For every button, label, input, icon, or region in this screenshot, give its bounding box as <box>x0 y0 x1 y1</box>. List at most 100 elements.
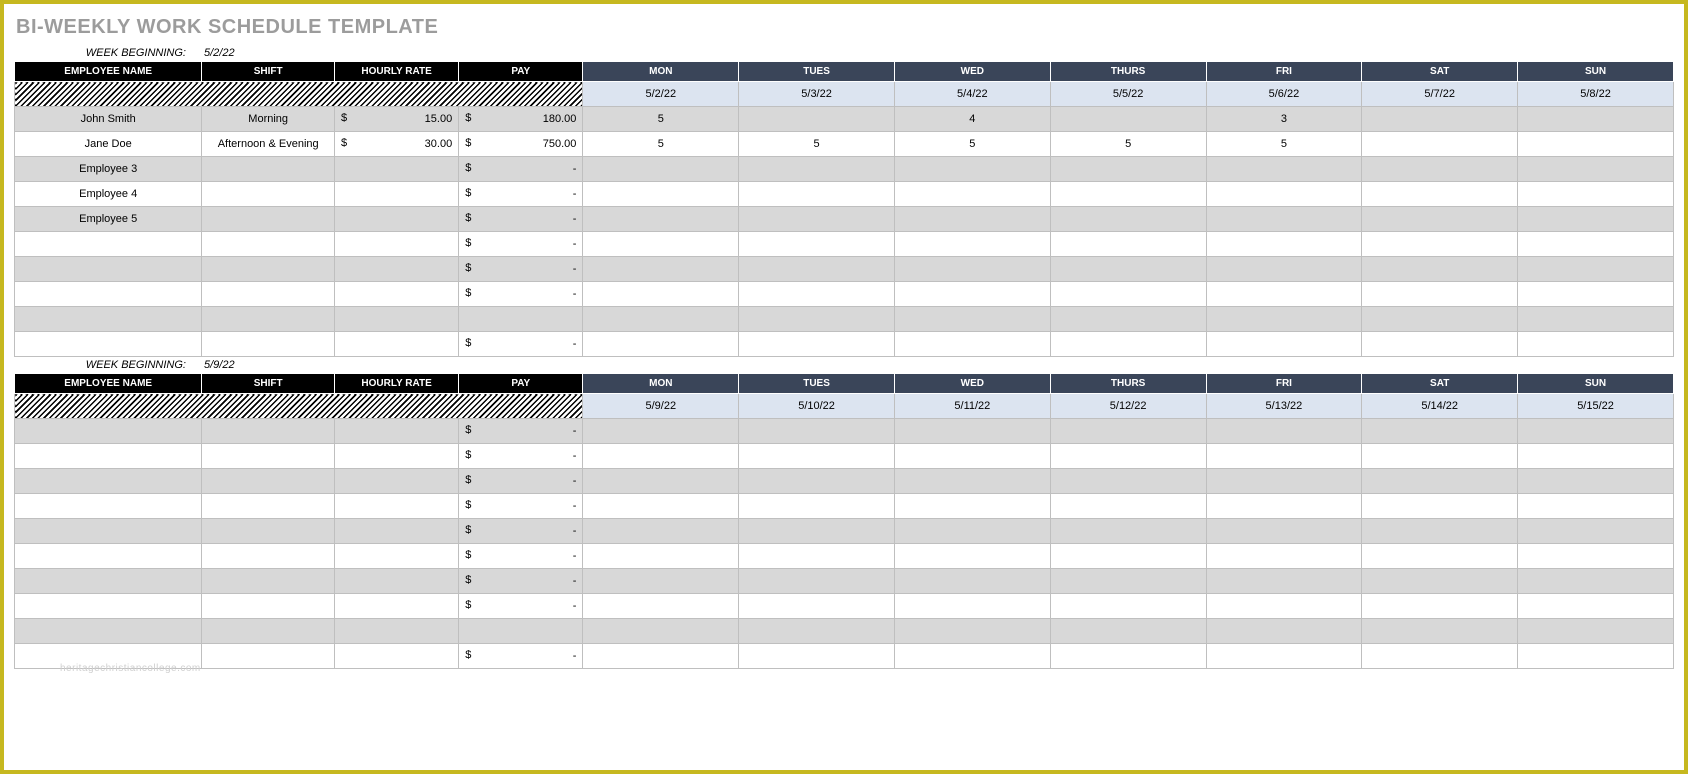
cell-shift[interactable] <box>202 644 335 669</box>
cell-day[interactable] <box>583 232 739 257</box>
cell-day[interactable]: 5 <box>894 132 1050 157</box>
cell-day[interactable] <box>739 444 895 469</box>
cell-day[interactable] <box>894 469 1050 494</box>
cell-day[interactable] <box>1518 619 1674 644</box>
cell-day[interactable] <box>1206 257 1362 282</box>
cell-rate[interactable] <box>334 444 458 469</box>
cell-rate[interactable]: $30.00 <box>334 132 458 157</box>
cell-day[interactable] <box>1518 519 1674 544</box>
cell-day[interactable] <box>1050 469 1206 494</box>
cell-day[interactable] <box>1518 644 1674 669</box>
cell-day[interactable] <box>1206 157 1362 182</box>
cell-day[interactable]: 5 <box>739 132 895 157</box>
cell-pay[interactable]: $- <box>459 644 583 669</box>
cell-day[interactable] <box>739 182 895 207</box>
cell-day[interactable] <box>739 257 895 282</box>
cell-shift[interactable] <box>202 182 335 207</box>
cell-day[interactable] <box>583 544 739 569</box>
cell-day[interactable] <box>894 594 1050 619</box>
cell-rate[interactable] <box>334 332 458 357</box>
cell-day[interactable] <box>1518 569 1674 594</box>
cell-pay[interactable]: $- <box>459 569 583 594</box>
cell-day[interactable] <box>894 544 1050 569</box>
cell-day[interactable] <box>1518 332 1674 357</box>
cell-day[interactable] <box>739 207 895 232</box>
cell-day[interactable] <box>1362 544 1518 569</box>
cell-day[interactable] <box>1206 332 1362 357</box>
cell-day[interactable]: 5 <box>583 107 739 132</box>
cell-rate[interactable] <box>334 182 458 207</box>
cell-day[interactable] <box>1206 569 1362 594</box>
cell-pay[interactable]: $- <box>459 544 583 569</box>
cell-rate[interactable] <box>334 307 458 332</box>
cell-day[interactable] <box>1518 594 1674 619</box>
cell-day[interactable] <box>1362 132 1518 157</box>
cell-shift[interactable] <box>202 569 335 594</box>
cell-day[interactable] <box>894 644 1050 669</box>
cell-rate[interactable] <box>334 644 458 669</box>
cell-pay[interactable]: $- <box>459 257 583 282</box>
cell-day[interactable] <box>1518 232 1674 257</box>
cell-day[interactable] <box>1362 644 1518 669</box>
cell-pay[interactable]: $- <box>459 157 583 182</box>
cell-name[interactable]: Jane Doe <box>15 132 202 157</box>
cell-day[interactable] <box>1518 494 1674 519</box>
cell-day[interactable] <box>1206 469 1362 494</box>
cell-name[interactable] <box>15 332 202 357</box>
cell-day[interactable]: 3 <box>1206 107 1362 132</box>
cell-day[interactable] <box>1050 332 1206 357</box>
cell-rate[interactable] <box>334 469 458 494</box>
cell-day[interactable] <box>1050 519 1206 544</box>
cell-shift[interactable] <box>202 469 335 494</box>
cell-day[interactable] <box>583 644 739 669</box>
cell-day[interactable] <box>1206 644 1362 669</box>
cell-day[interactable] <box>1050 569 1206 594</box>
cell-day[interactable] <box>1362 494 1518 519</box>
cell-day[interactable] <box>1518 419 1674 444</box>
cell-rate[interactable] <box>334 232 458 257</box>
cell-day[interactable] <box>1518 107 1674 132</box>
cell-day[interactable] <box>1518 207 1674 232</box>
cell-day[interactable] <box>583 257 739 282</box>
cell-day[interactable] <box>894 444 1050 469</box>
cell-shift[interactable] <box>202 157 335 182</box>
cell-day[interactable] <box>1518 282 1674 307</box>
cell-day[interactable]: 4 <box>894 107 1050 132</box>
cell-pay[interactable]: $- <box>459 469 583 494</box>
cell-day[interactable] <box>583 182 739 207</box>
cell-day[interactable] <box>1206 494 1362 519</box>
cell-day[interactable] <box>739 544 895 569</box>
cell-day[interactable] <box>1206 419 1362 444</box>
cell-name[interactable] <box>15 594 202 619</box>
cell-name[interactable] <box>15 544 202 569</box>
cell-day[interactable] <box>739 107 895 132</box>
cell-day[interactable] <box>1206 282 1362 307</box>
cell-day[interactable] <box>583 332 739 357</box>
cell-day[interactable] <box>1050 107 1206 132</box>
cell-pay[interactable]: $- <box>459 444 583 469</box>
cell-day[interactable] <box>1362 157 1518 182</box>
cell-day[interactable] <box>739 594 895 619</box>
cell-day[interactable] <box>894 619 1050 644</box>
cell-name[interactable] <box>15 494 202 519</box>
cell-name[interactable] <box>15 232 202 257</box>
cell-rate[interactable] <box>334 544 458 569</box>
cell-day[interactable] <box>583 469 739 494</box>
cell-day[interactable] <box>583 207 739 232</box>
cell-rate[interactable] <box>334 157 458 182</box>
cell-day[interactable] <box>1050 282 1206 307</box>
cell-day[interactable]: 5 <box>1206 132 1362 157</box>
cell-pay[interactable]: $- <box>459 282 583 307</box>
cell-rate[interactable] <box>334 569 458 594</box>
cell-day[interactable] <box>894 207 1050 232</box>
cell-pay[interactable]: $- <box>459 594 583 619</box>
cell-name[interactable]: Employee 3 <box>15 157 202 182</box>
cell-rate[interactable] <box>334 257 458 282</box>
cell-day[interactable] <box>583 519 739 544</box>
cell-day[interactable] <box>583 619 739 644</box>
cell-day[interactable] <box>1050 494 1206 519</box>
cell-pay[interactable]: $- <box>459 494 583 519</box>
cell-day[interactable] <box>1518 132 1674 157</box>
cell-day[interactable] <box>1362 282 1518 307</box>
cell-day[interactable] <box>1206 232 1362 257</box>
